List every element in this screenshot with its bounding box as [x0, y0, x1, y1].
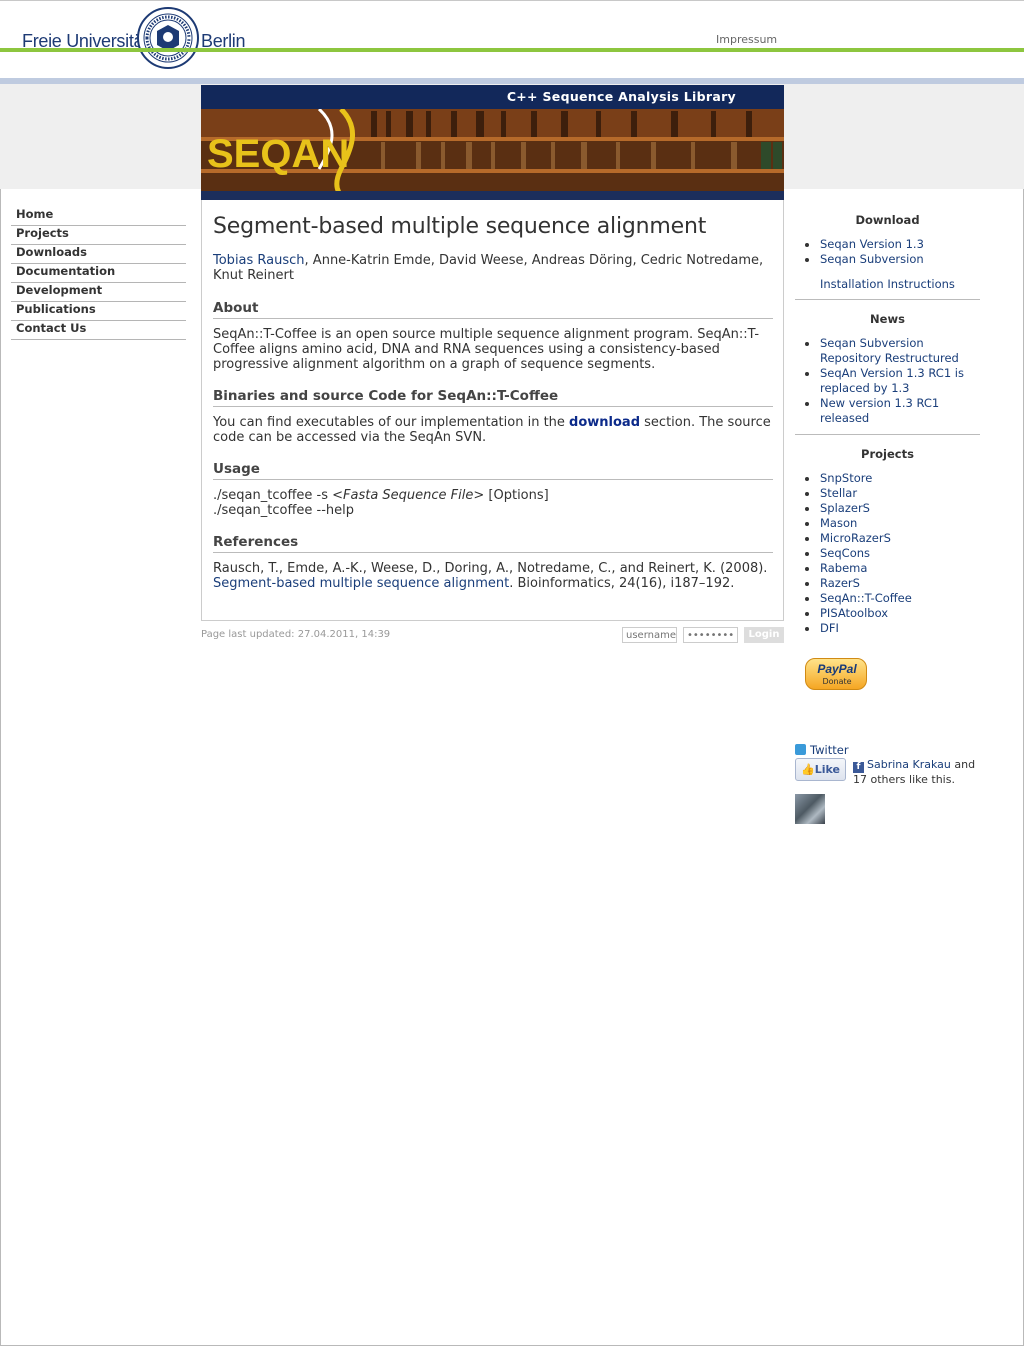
facebook-icon: f — [853, 762, 864, 773]
paypal-donate-label: Donate — [822, 677, 852, 686]
projects-box: Projects SnpStore Stellar SplazerS Mason… — [795, 447, 980, 644]
download-heading: Download — [855, 213, 920, 227]
usage-line1-pre: ./seqan_tcoffee -s — [213, 488, 333, 503]
password-input[interactable] — [683, 627, 738, 643]
banner-tagline: C++ Sequence Analysis Library — [506, 89, 736, 104]
right-sidebar: Download Seqan Version 1.3 Seqan Subvers… — [795, 207, 980, 656]
header-green-line — [0, 48, 1024, 52]
facebook-like-text: f Sabrina Krakau and 17 others like this. — [853, 758, 983, 787]
reference-link[interactable]: Segment-based multiple sequence alignmen… — [213, 576, 509, 591]
like-label: Like — [814, 763, 840, 776]
nav-item-projects[interactable]: Projects — [11, 226, 186, 245]
banner-bottom-bar — [201, 191, 784, 200]
paypal-label: PayPal — [817, 662, 857, 676]
usage-line2: ./seqan_tcoffee --help — [213, 503, 355, 518]
download-item[interactable]: Seqan Subversion — [805, 252, 980, 267]
project-item[interactable]: Rabema — [805, 561, 980, 576]
seqan-logo-text: SEQAN — [207, 132, 349, 176]
project-item[interactable]: SeqAn::T-Coffee — [805, 591, 980, 606]
references-heading: References — [213, 534, 773, 553]
username-input[interactable] — [622, 627, 677, 643]
news-item[interactable]: Seqan Subversion Repository Restructured — [805, 336, 980, 366]
twitter-icon — [795, 744, 806, 755]
last-updated-text: Page last updated: 27.04.2011, 14:39 — [201, 629, 391, 640]
nav-item-documentation[interactable]: Documentation — [11, 264, 186, 283]
facebook-friend-link[interactable]: Sabrina Krakau — [867, 758, 951, 771]
page-title: Segment-based multiple sequence alignmen… — [213, 214, 707, 239]
news-box: News Seqan Subversion Repository Restruc… — [795, 312, 980, 435]
news-item[interactable]: New version 1.3 RC1 released — [805, 396, 980, 426]
impressum-link[interactable]: Impressum — [716, 33, 777, 46]
facebook-like-button[interactable]: 👍Like — [795, 758, 846, 781]
twitter-link[interactable]: Twitter — [795, 743, 849, 757]
download-item[interactable]: Seqan Version 1.3 — [805, 237, 980, 252]
fu-berlin-logo[interactable]: Freie Universität Berlin — [22, 7, 252, 71]
project-item[interactable]: MicroRazerS — [805, 531, 980, 546]
download-box: Download Seqan Version 1.3 Seqan Subvers… — [795, 213, 980, 300]
usage-line1-arg: <Fasta Sequence File> — [332, 488, 485, 503]
login-button[interactable]: Login — [744, 627, 784, 643]
usage-line1-post: [Options] — [484, 488, 549, 503]
project-item[interactable]: PISAtoolbox — [805, 606, 980, 621]
installation-link[interactable]: Installation Instructions — [795, 277, 980, 291]
about-text: SeqAn::T-Coffee is an open source multip… — [213, 327, 760, 372]
binaries-text-pre: You can find executables of our implemen… — [213, 415, 570, 430]
project-item[interactable]: Stellar — [805, 486, 980, 501]
nav-item-publications[interactable]: Publications — [11, 302, 186, 321]
nav-item-home[interactable]: Home — [11, 207, 186, 226]
news-list: Seqan Subversion Repository Restructured… — [795, 336, 980, 426]
paypal-donate-button[interactable]: PayPal Donate — [805, 658, 867, 690]
university-seal-icon — [137, 7, 199, 69]
download-list: Seqan Version 1.3 Seqan Subversion — [795, 237, 980, 267]
banner-tagbar: C++ Sequence Analysis Library — [201, 85, 784, 109]
avatar[interactable] — [795, 794, 825, 824]
nav-item-development[interactable]: Development — [11, 283, 186, 302]
reference-post: . Bioinformatics, 24(16), i187–192. — [509, 576, 735, 591]
project-item[interactable]: SeqCons — [805, 546, 980, 561]
thumbs-up-icon: 👍 — [801, 763, 815, 776]
project-item[interactable]: SplazerS — [805, 501, 980, 516]
news-item[interactable]: SeqAn Version 1.3 RC1 is replaced by 1.3 — [805, 366, 980, 396]
seqan-banner: C++ Sequence Analysis Library SEQAN — [201, 85, 784, 200]
project-item[interactable]: DFI — [805, 621, 980, 636]
news-heading: News — [870, 312, 905, 326]
binaries-text: You can find executables of our implemen… — [213, 415, 773, 445]
library-shelves-image: SEQAN — [201, 109, 784, 200]
usage-heading: Usage — [213, 461, 773, 480]
twitter-label: Twitter — [810, 743, 849, 757]
author-link[interactable]: Tobias Rausch — [213, 253, 305, 268]
about-heading: About — [213, 300, 773, 319]
nav-item-downloads[interactable]: Downloads — [11, 245, 186, 264]
project-item[interactable]: Mason — [805, 516, 980, 531]
authors: Tobias Rausch, Anne-Katrin Emde, David W… — [213, 253, 773, 283]
download-link[interactable]: download — [569, 415, 640, 430]
reference-text: Rausch, T., Emde, A.-K., Weese, D., Dori… — [213, 561, 773, 591]
projects-heading: Projects — [861, 447, 914, 461]
top-header: Freie Universität Berlin Impressum — [0, 0, 1024, 78]
main-content: Segment-based multiple sequence alignmen… — [201, 200, 784, 621]
project-item[interactable]: RazerS — [805, 576, 980, 591]
left-navigation: Home Projects Downloads Documentation De… — [11, 207, 186, 340]
project-item[interactable]: SnpStore — [805, 471, 980, 486]
projects-list: SnpStore Stellar SplazerS Mason MicroRaz… — [795, 471, 980, 636]
binaries-heading: Binaries and source Code for SeqAn::T-Co… — [213, 388, 773, 407]
reference-pre: Rausch, T., Emde, A.-K., Weese, D., Dori… — [213, 561, 768, 576]
usage-text: ./seqan_tcoffee -s <Fasta Sequence File>… — [213, 488, 773, 518]
nav-item-contact[interactable]: Contact Us — [11, 321, 186, 340]
